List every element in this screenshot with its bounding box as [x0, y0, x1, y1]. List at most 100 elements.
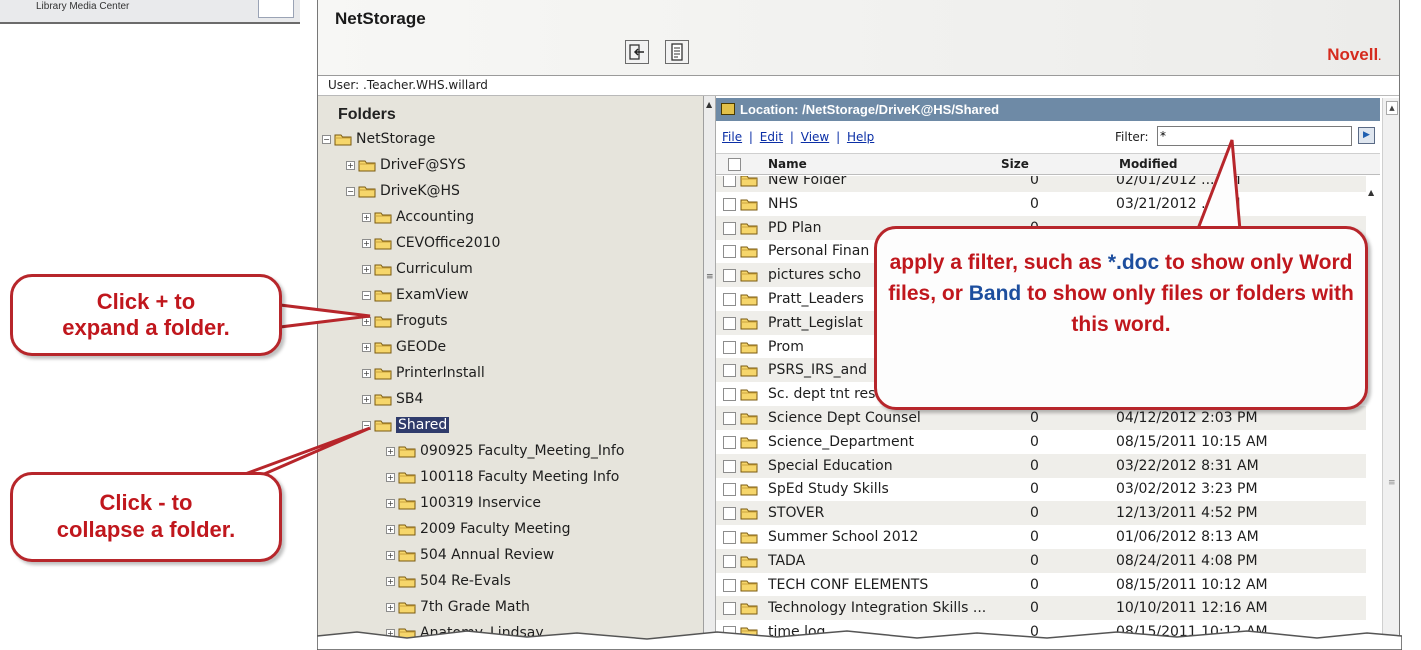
select-all-checkbox[interactable] — [728, 158, 741, 171]
tree-node[interactable]: +090925 Faculty_Meeting_Info — [386, 440, 624, 462]
file-name[interactable]: Science Dept Counsel — [768, 410, 1000, 426]
file-row[interactable]: Technology Integration Skills ... 0 10/10/… — [716, 596, 1366, 621]
column-name[interactable]: Name — [768, 157, 807, 171]
file-row[interactable]: SpEd Study Skills 0 03/02/2012 3:23 PM — [716, 477, 1366, 501]
row-checkbox[interactable] — [723, 364, 736, 378]
row-checkbox[interactable] — [723, 483, 736, 497]
expand-toggle-icon[interactable]: + — [386, 498, 395, 508]
collapse-pane-icon[interactable]: ▲ — [706, 100, 712, 109]
row-checkbox[interactable] — [723, 531, 736, 544]
scroll-up-arrow-icon[interactable]: ▲ — [1386, 101, 1398, 115]
tree-node[interactable]: + CEVOffice2010 — [362, 232, 500, 254]
pane-splitter[interactable]: ▲ ≡ — [704, 96, 716, 646]
menu-edit[interactable]: Edit — [760, 130, 783, 144]
file-name[interactable]: Special Education — [768, 458, 1000, 474]
files-scrollbar[interactable]: ▲ ≡ — [1382, 98, 1399, 644]
row-checkbox[interactable] — [723, 197, 736, 211]
tree-node-label[interactable]: 504 Re-Evals — [420, 573, 511, 589]
up-folder-icon[interactable] — [721, 103, 735, 115]
logout-button[interactable] — [625, 40, 649, 64]
tree-node-label[interactable]: 2009 Faculty Meeting — [420, 521, 571, 537]
tree-node[interactable]: +504 Annual Review — [386, 544, 554, 566]
tree-node-label[interactable]: CEVOffice2010 — [396, 235, 500, 251]
filter-apply-button[interactable]: ▶ — [1358, 127, 1375, 144]
menu-file[interactable]: File — [722, 130, 742, 144]
filter-input[interactable] — [1157, 126, 1352, 146]
file-name[interactable]: NHS — [768, 196, 1000, 212]
row-checkbox[interactable] — [723, 554, 736, 568]
file-name[interactable]: TECH CONF ELEMENTS — [768, 577, 1000, 593]
row-checkbox[interactable] — [723, 507, 736, 521]
expand-toggle-icon[interactable]: + — [386, 550, 395, 560]
file-row[interactable]: STOVER 0 12/13/2011 4:52 PM — [716, 501, 1366, 526]
tree-node[interactable]: + Froguts — [362, 310, 448, 332]
tree-node[interactable]: +2009 Faculty Meeting — [386, 518, 571, 540]
tree-node-label[interactable]: 7th Grade Math — [420, 599, 530, 615]
file-row[interactable]: Summer School 2012 0 01/06/2012 8:13 AM — [716, 525, 1366, 549]
tree-node-label[interactable]: SB4 — [396, 391, 423, 407]
row-checkbox[interactable] — [723, 340, 736, 354]
tree-node[interactable]: − Shared — [362, 414, 450, 436]
row-checkbox[interactable] — [723, 412, 736, 425]
row-checkbox[interactable] — [723, 176, 736, 187]
tree-node-label[interactable]: GEODe — [396, 339, 446, 355]
collapse-toggle-icon[interactable]: − — [346, 186, 355, 196]
tree-node[interactable]: +100319 Inservice — [386, 492, 541, 514]
row-checkbox[interactable] — [723, 459, 736, 473]
expand-toggle-icon[interactable]: + — [346, 160, 355, 170]
row-checkbox[interactable] — [723, 221, 736, 235]
row-checkbox[interactable] — [723, 602, 736, 616]
row-checkbox[interactable] — [723, 578, 736, 592]
tree-node[interactable]: +7th Grade Math — [386, 596, 530, 618]
expand-toggle-icon[interactable]: + — [362, 264, 371, 274]
tree-node-label[interactable]: NetStorage — [356, 131, 435, 147]
file-row[interactable]: TADA 0 08/24/2011 4:08 PM — [716, 548, 1366, 573]
collapse-toggle-icon[interactable]: − — [322, 134, 331, 144]
expand-toggle-icon[interactable]: + — [362, 394, 371, 404]
document-button[interactable] — [665, 40, 689, 64]
column-size[interactable]: Size — [1001, 157, 1029, 171]
tree-node[interactable]: +100118 Faculty Meeting Info — [386, 466, 619, 488]
menu-view[interactable]: View — [801, 130, 829, 144]
menu-help[interactable]: Help — [847, 130, 874, 144]
file-name[interactable]: STOVER — [768, 505, 1000, 521]
tree-node[interactable]: − NetStorage — [322, 128, 435, 150]
tree-node[interactable]: − ExamView — [362, 284, 469, 306]
tree-node[interactable]: + PrinterInstall — [362, 362, 485, 384]
expand-toggle-icon[interactable]: + — [386, 602, 395, 612]
collapse-toggle-icon[interactable]: − — [362, 420, 371, 430]
tree-node[interactable]: + DriveF@SYS — [346, 154, 466, 176]
expand-toggle-icon[interactable]: + — [362, 316, 371, 326]
file-name[interactable]: Technology Integration Skills ... — [768, 600, 1000, 616]
expand-toggle-icon[interactable]: + — [386, 576, 395, 586]
tree-node-label[interactable]: DriveF@SYS — [380, 157, 466, 173]
tree-node-label[interactable]: Accounting — [396, 209, 474, 225]
tree-node-label[interactable]: Curriculum — [396, 261, 473, 277]
tree-node[interactable]: + GEODe — [362, 336, 446, 358]
file-row[interactable]: TECH CONF ELEMENTS 0 08/15/2011 10:12 AM — [716, 573, 1366, 597]
row-checkbox[interactable] — [723, 269, 736, 283]
expand-toggle-icon[interactable]: + — [386, 472, 395, 482]
file-row[interactable]: Science_Department 0 08/15/2011 10:15 AM — [716, 430, 1366, 454]
expand-toggle-icon[interactable]: + — [362, 368, 371, 378]
tree-node-label[interactable]: 100319 Inservice — [420, 495, 541, 511]
tree-node-label[interactable]: 504 Annual Review — [420, 547, 554, 563]
expand-toggle-icon[interactable]: + — [362, 212, 371, 222]
expand-toggle-icon[interactable]: + — [362, 342, 371, 352]
tree-node[interactable]: + Accounting — [362, 206, 474, 228]
expand-toggle-icon[interactable]: + — [386, 446, 395, 456]
row-checkbox[interactable] — [723, 245, 736, 259]
tree-node[interactable]: + Curriculum — [362, 258, 473, 280]
tree-node[interactable]: +504 Re-Evals — [386, 570, 511, 592]
tree-node-label[interactable]: Froguts — [396, 313, 448, 329]
file-row[interactable]: NHS 0 03/21/2012 ... AM — [716, 192, 1366, 216]
file-name[interactable]: TADA — [768, 553, 1000, 569]
tree-node-label[interactable]: DriveK@HS — [380, 183, 460, 199]
tree-node-label[interactable]: Shared — [396, 417, 450, 433]
row-checkbox[interactable] — [723, 293, 736, 306]
file-name[interactable]: Science_Department — [768, 434, 1000, 450]
collapse-toggle-icon[interactable]: − — [362, 290, 371, 300]
tree-node-label[interactable]: 100118 Faculty Meeting Info — [420, 469, 619, 485]
column-modified[interactable]: Modified — [1119, 157, 1178, 171]
tree-node[interactable]: − DriveK@HS — [346, 180, 460, 202]
